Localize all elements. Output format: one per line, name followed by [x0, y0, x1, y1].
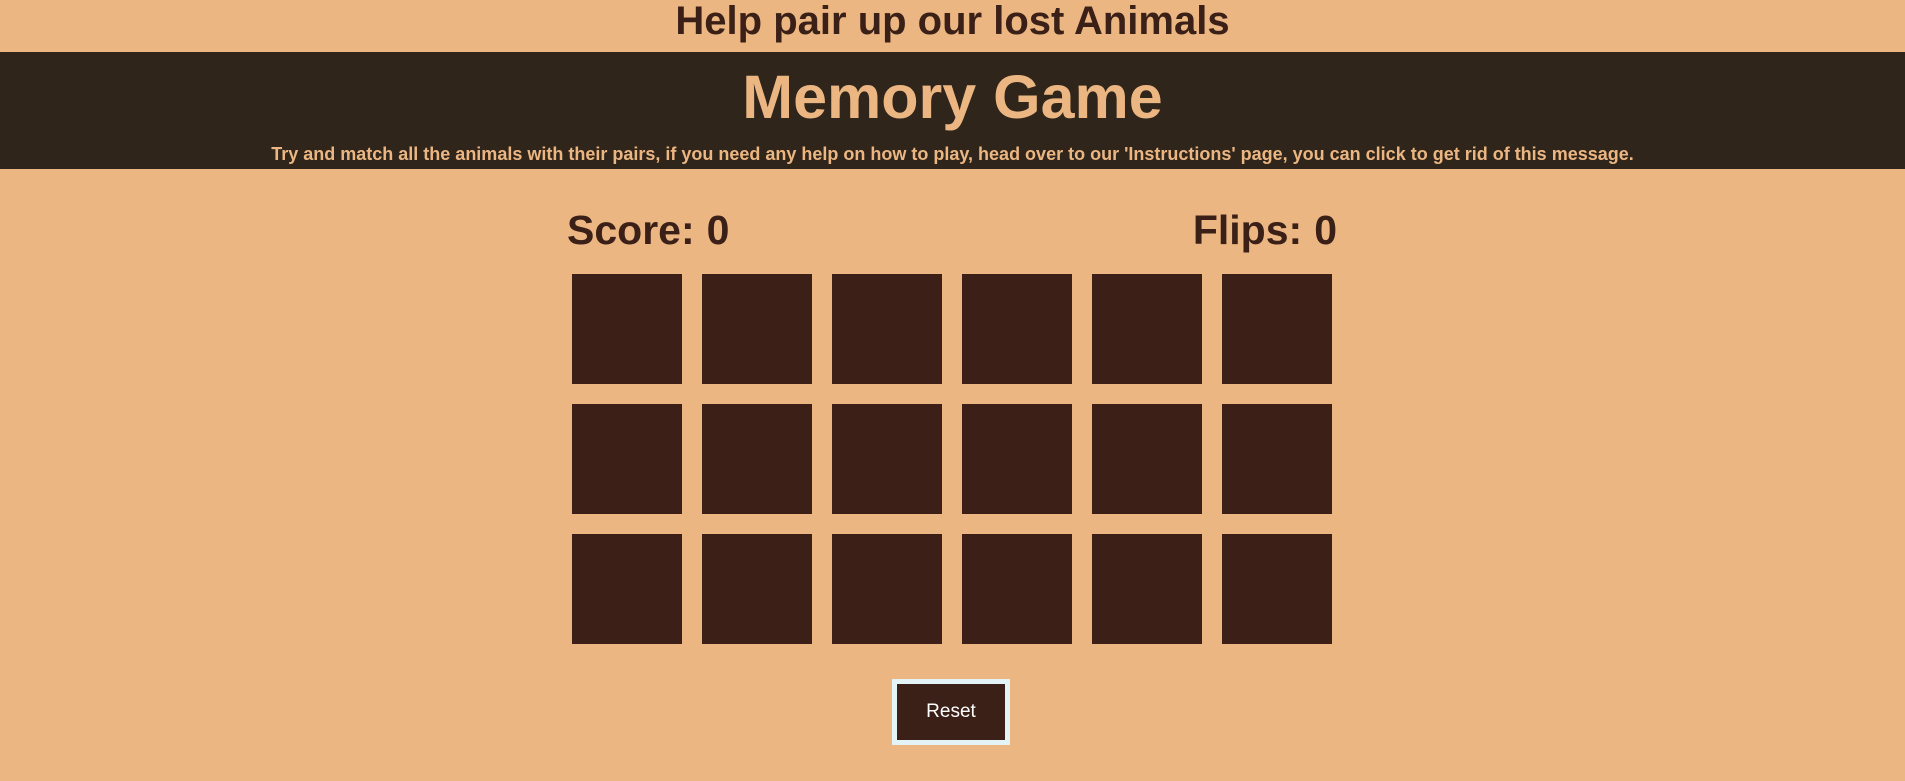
face-down-card[interactable]	[572, 274, 682, 384]
score-value: 0	[706, 207, 730, 253]
face-down-card[interactable]	[702, 404, 812, 514]
flips-value: 0	[1314, 207, 1337, 253]
dismissible-help-message[interactable]: Try and match all the animals with their…	[0, 144, 1905, 164]
face-down-card[interactable]	[962, 274, 1072, 384]
score-display: Score: 0	[567, 206, 729, 254]
card-grid	[572, 274, 1332, 644]
face-down-card[interactable]	[1092, 534, 1202, 644]
face-down-card[interactable]	[1222, 274, 1332, 384]
face-down-card[interactable]	[962, 534, 1072, 644]
memory-game-page: Help pair up our lost Animals Memory Gam…	[0, 0, 1905, 781]
game-heading: Memory Game	[742, 63, 1163, 131]
face-down-card[interactable]	[832, 404, 942, 514]
score-panel: Score: 0 Flips: 0	[567, 206, 1337, 254]
flips-label: Flips:	[1192, 207, 1303, 253]
face-down-card[interactable]	[1222, 404, 1332, 514]
score-label: Score:	[567, 207, 695, 253]
face-down-card[interactable]	[962, 404, 1072, 514]
reset-button[interactable]: Reset	[892, 679, 1010, 745]
page-title: Help pair up our lost Animals	[675, 0, 1230, 43]
face-down-card[interactable]	[1222, 534, 1332, 644]
flips-display: Flips: 0	[1193, 206, 1337, 254]
face-down-card[interactable]	[1092, 274, 1202, 384]
face-down-card[interactable]	[832, 534, 942, 644]
face-down-card[interactable]	[572, 404, 682, 514]
face-down-card[interactable]	[832, 274, 942, 384]
face-down-card[interactable]	[572, 534, 682, 644]
face-down-card[interactable]	[702, 274, 812, 384]
face-down-card[interactable]	[702, 534, 812, 644]
game-banner: Memory Game Try and match all the animal…	[0, 52, 1905, 169]
face-down-card[interactable]	[1092, 404, 1202, 514]
